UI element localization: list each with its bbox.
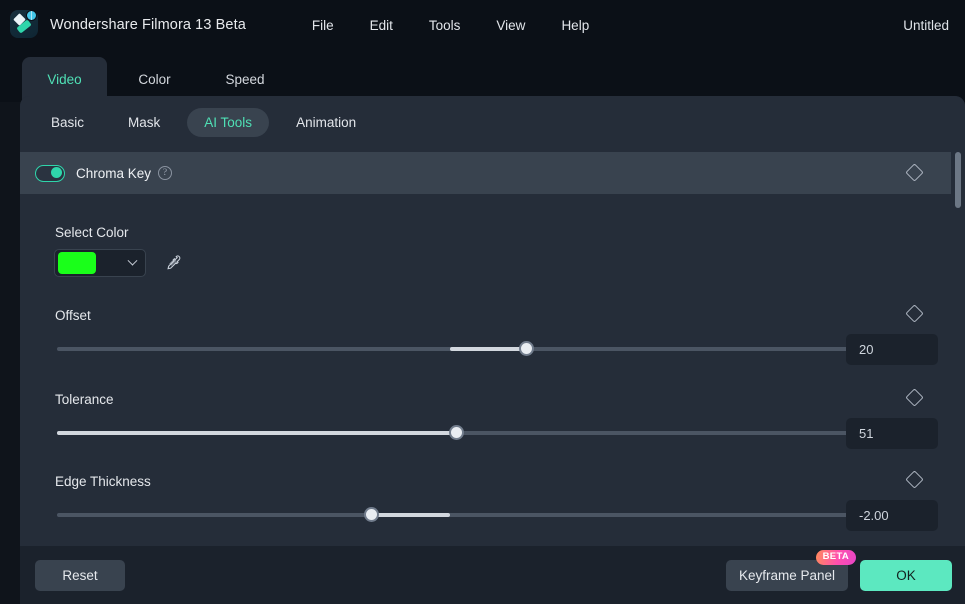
footer-actions: Keyframe Panel BETA OK: [725, 549, 952, 591]
menu-item-tools[interactable]: Tools: [411, 12, 479, 39]
tolerance-slider-thumb[interactable]: [448, 425, 464, 440]
edge-thickness-slider-thumb[interactable]: [364, 507, 380, 522]
document-name: Untitled: [903, 17, 949, 33]
offset-slider-thumb[interactable]: [519, 341, 535, 356]
tolerance-value-input[interactable]: 51: [846, 418, 938, 449]
chroma-key-label: Chroma Key: [76, 165, 152, 181]
edge-thickness-slider-track: [57, 513, 848, 517]
edge-thickness-value-input[interactable]: -2.00: [846, 500, 938, 531]
title-bar: Wondershare Filmora 13 Beta File Edit To…: [0, 0, 965, 50]
offset-label: Offset: [55, 308, 91, 323]
subtab-ai-tools[interactable]: AI Tools: [187, 107, 270, 137]
panel-scrollbar[interactable]: [954, 152, 962, 542]
subtab-animation[interactable]: Animation: [279, 108, 373, 137]
keyframe-diamond-icon-edge-thickness[interactable]: [905, 470, 924, 489]
keyframe-panel-button[interactable]: Keyframe Panel BETA: [725, 549, 856, 591]
chroma-key-toggle[interactable]: [35, 164, 65, 182]
edge-thickness-slider[interactable]: [57, 507, 848, 522]
keyframe-diamond-icon-offset[interactable]: [905, 304, 924, 323]
offset-slider[interactable]: [57, 341, 848, 356]
menu-item-edit[interactable]: Edit: [352, 12, 411, 39]
main-tab-bar: Video Color Speed: [0, 50, 965, 102]
subtab-basic[interactable]: Basic: [34, 108, 101, 137]
question-mark-icon[interactable]: ?: [158, 166, 173, 180]
logo-globe-shape: [26, 10, 37, 21]
edge-thickness-label: Edge Thickness: [55, 474, 151, 489]
menu-bar: File Edit Tools View Help: [294, 12, 607, 39]
reset-button[interactable]: Reset: [35, 559, 125, 591]
ok-button[interactable]: OK: [860, 559, 952, 591]
color-select-dropdown[interactable]: [54, 249, 146, 277]
panel-scrollbar-thumb[interactable]: [955, 152, 961, 208]
keyframe-diamond-icon-chroma[interactable]: [905, 163, 924, 182]
beta-badge: BETA: [815, 549, 856, 565]
keyframe-panel-label: Keyframe Panel: [738, 567, 835, 583]
tolerance-label: Tolerance: [55, 392, 114, 407]
app-title: Wondershare Filmora 13 Beta: [50, 17, 246, 33]
edge-thickness-slider-fill: [371, 513, 451, 517]
offset-slider-fill: [450, 347, 527, 351]
subtab-mask[interactable]: Mask: [111, 108, 177, 137]
color-swatch[interactable]: [58, 252, 96, 274]
keyframe-diamond-icon-tolerance[interactable]: [905, 388, 924, 407]
sub-tab-bar: Basic Mask AI Tools Animation: [20, 96, 965, 148]
chevron-down-icon: [127, 255, 138, 266]
menu-item-help[interactable]: Help: [543, 12, 607, 39]
settings-scroll-area: Select Color Offset 20 Tolerance 51 Edge…: [20, 194, 951, 542]
properties-panel: Basic Mask AI Tools Animation Chroma Key…: [20, 96, 965, 604]
eyedropper-icon[interactable]: [163, 254, 181, 272]
menu-item-view[interactable]: View: [478, 12, 543, 39]
panel-footer: Reset Keyframe Panel BETA OK: [20, 546, 965, 604]
offset-value-input[interactable]: 20: [846, 334, 938, 365]
toggle-knob: [51, 167, 62, 178]
filmora-logo-icon: [10, 10, 40, 40]
select-color-label: Select Color: [55, 225, 129, 240]
tolerance-slider[interactable]: [57, 425, 848, 440]
tolerance-slider-fill: [57, 431, 457, 435]
chroma-key-header: Chroma Key ?: [20, 152, 951, 194]
menu-item-file[interactable]: File: [294, 12, 352, 39]
filmora-window: Wondershare Filmora 13 Beta File Edit To…: [0, 0, 965, 604]
